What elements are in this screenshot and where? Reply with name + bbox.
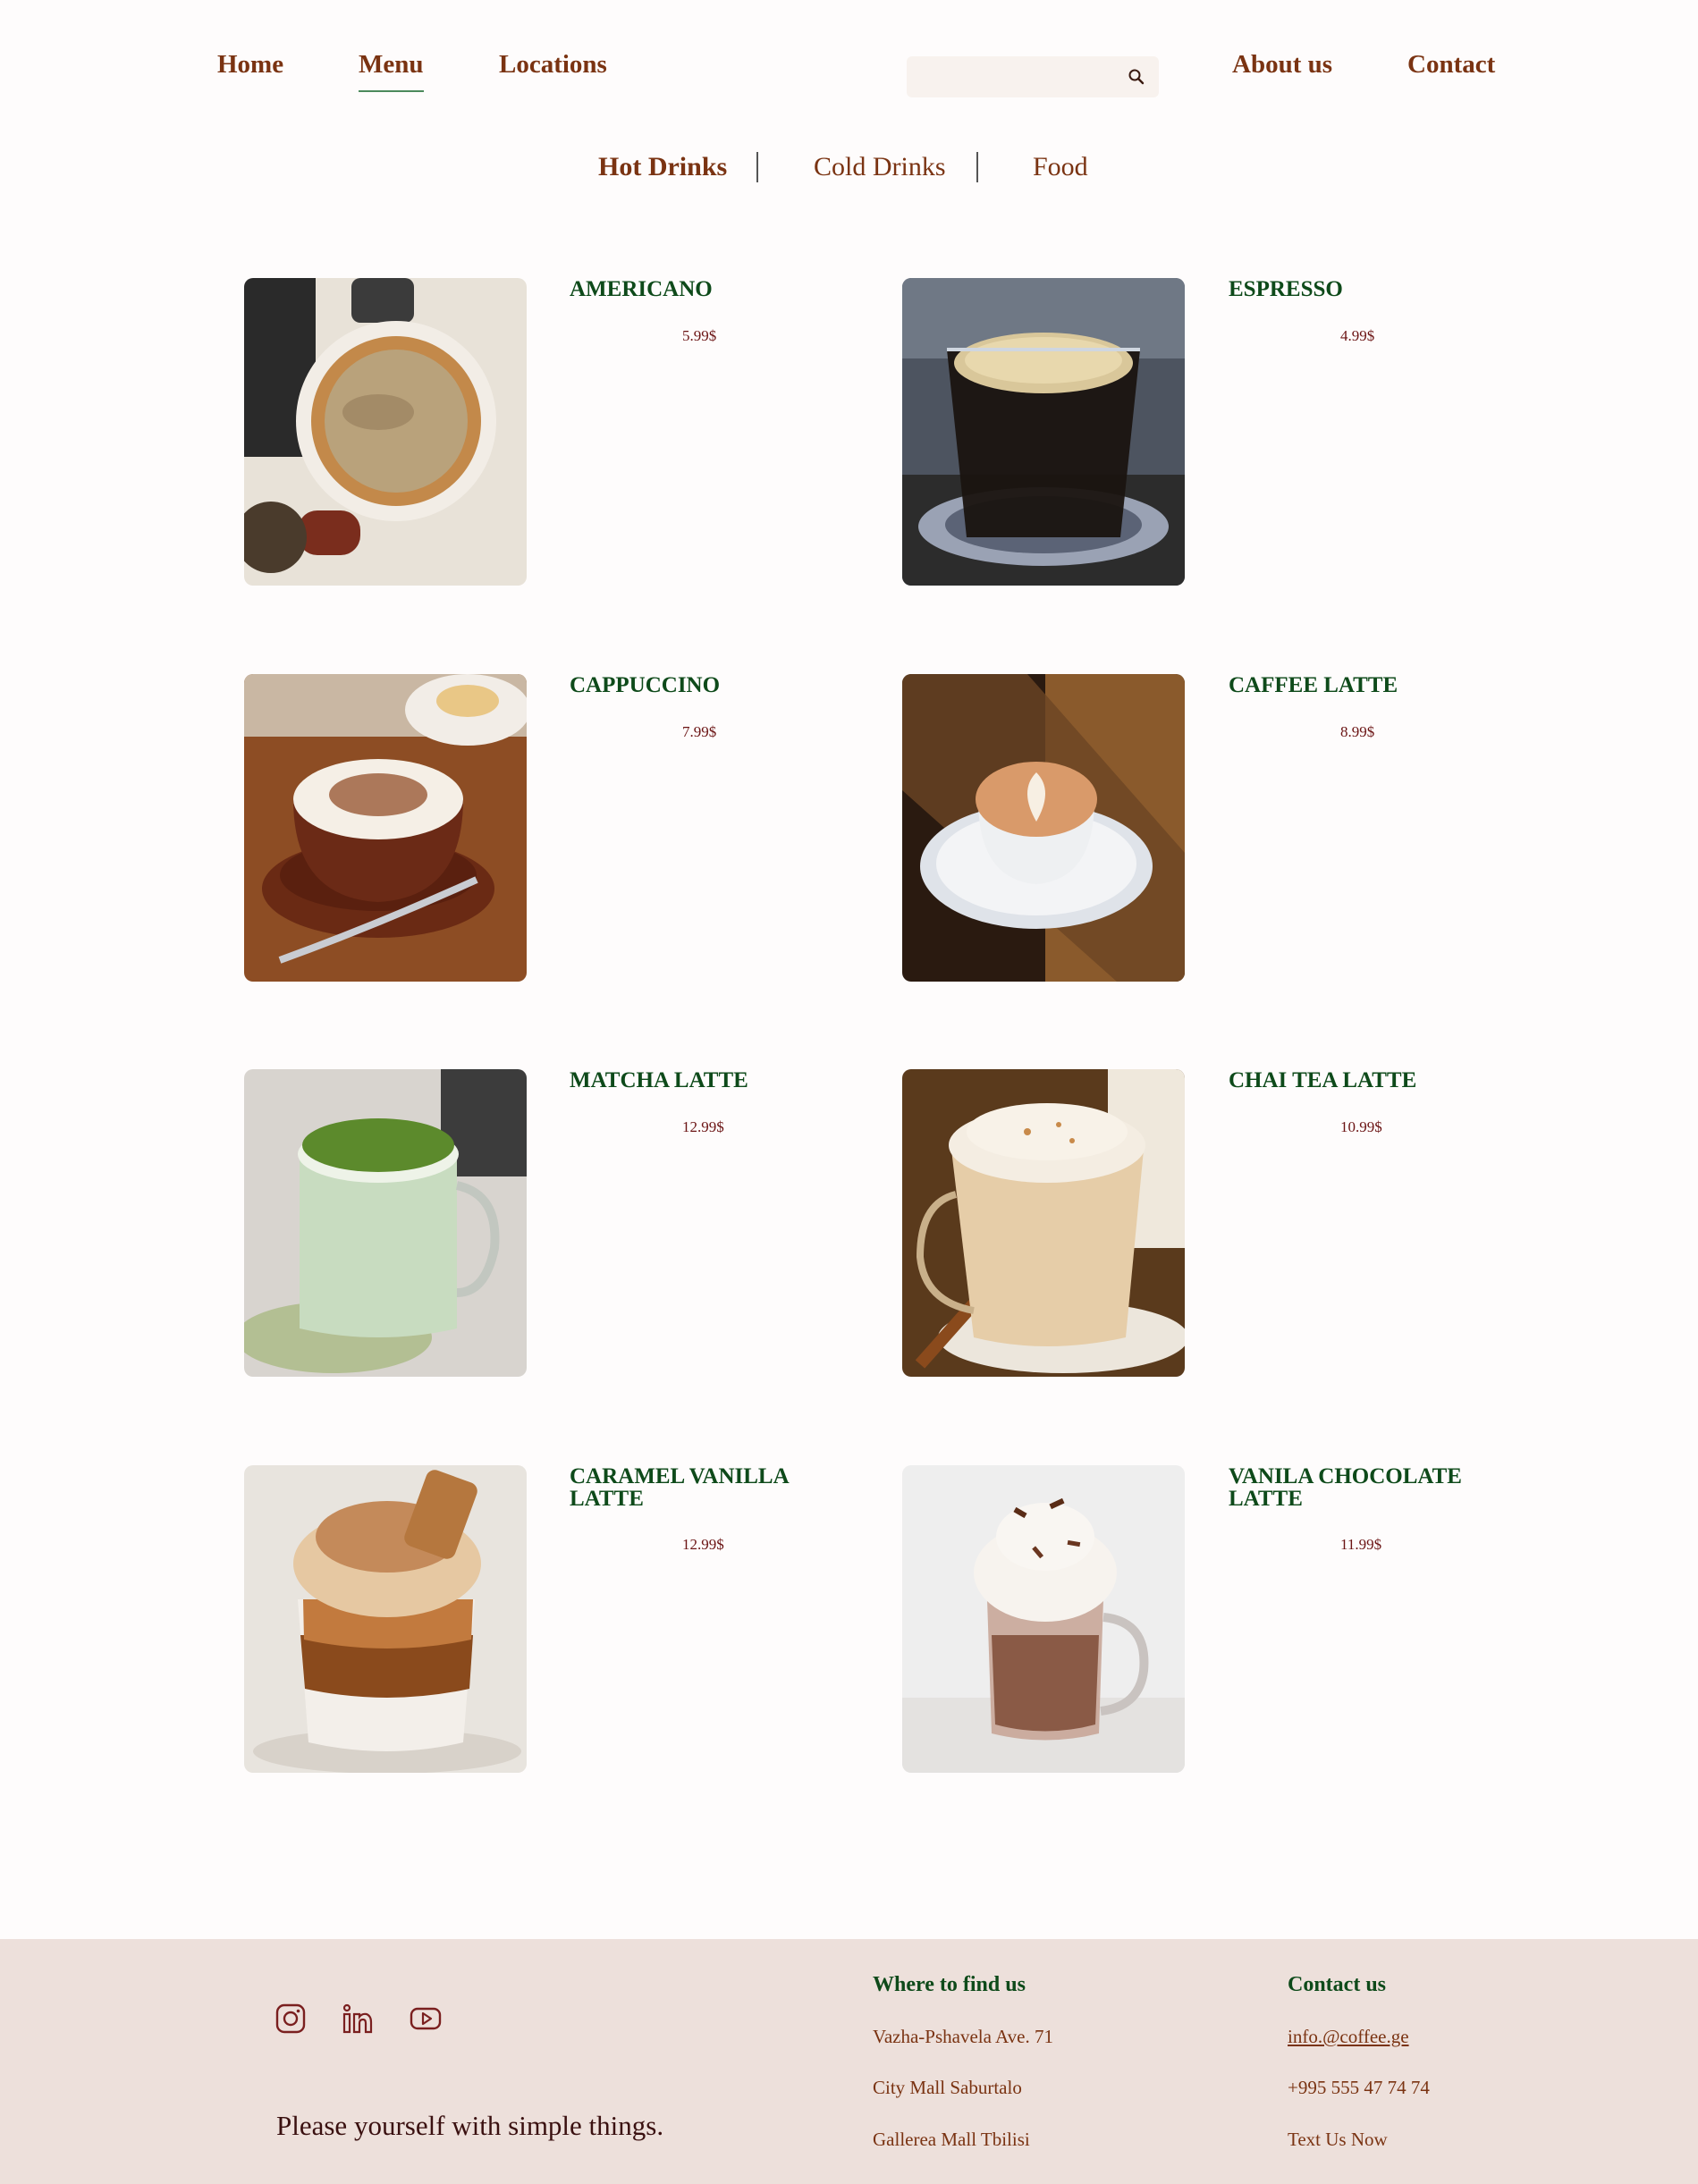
search-input[interactable] (907, 56, 1112, 97)
chai-tea-latte-image[interactable] (902, 1069, 1185, 1377)
instagram-icon[interactable] (275, 2003, 307, 2035)
search-box (907, 56, 1159, 97)
menu-item-name: CAFFEE LATTE (1229, 673, 1398, 697)
tab-hot-drinks[interactable]: Hot Drinks (598, 154, 727, 181)
where-to-find-heading: Where to find us (873, 1973, 1026, 1996)
tab-cold-drinks[interactable]: Cold Drinks (814, 154, 946, 181)
menu-item-name: CHAI TEA LATTE (1229, 1068, 1417, 1092)
footer-tagline: Please yourself with simple things. (276, 2110, 664, 2141)
menu-item-price: 5.99$ (682, 327, 717, 344)
nav-menu-link[interactable]: Menu (359, 52, 424, 92)
caffee-latte-image[interactable] (902, 674, 1185, 982)
phone-number: +995 555 47 74 74 (1288, 2077, 1430, 2098)
nav-home-link[interactable]: Home (217, 52, 283, 78)
caramel-vanilla-latte-image[interactable] (244, 1465, 527, 1773)
youtube-icon[interactable] (410, 2003, 442, 2035)
location-line: City Mall Saburtalo (873, 2077, 1022, 2098)
tab-food[interactable]: Food (1033, 154, 1088, 181)
espresso-image[interactable] (902, 278, 1185, 586)
tab-divider (756, 152, 758, 182)
menu-item-name: VANILA CHOCOLATE LATTE (1229, 1464, 1462, 1511)
location-line: Gallerea Mall Tbilisi (873, 2129, 1030, 2150)
vanila-chocolate-latte-image[interactable] (902, 1465, 1185, 1773)
linkedin-icon[interactable] (342, 2003, 374, 2035)
nav-locations-link[interactable]: Locations (499, 52, 607, 78)
americano-image[interactable] (244, 278, 527, 586)
contact-us-heading: Contact us (1288, 1973, 1387, 1996)
menu-item-price: 11.99$ (1340, 1536, 1382, 1553)
menu-item-name: MATCHA LATTE (570, 1068, 748, 1092)
menu-item-price: 7.99$ (682, 723, 717, 740)
location-line: Vazha-Pshavela Ave. 71 (873, 2026, 1053, 2047)
email-link[interactable]: info.@coffee.ge (1288, 2026, 1409, 2048)
menu-item-name: AMERICANO (570, 277, 713, 301)
text-us-link[interactable]: Text Us Now (1288, 2129, 1388, 2151)
menu-item-name: CARAMEL VANILLA LATTE (570, 1464, 789, 1511)
site-footer (0, 1939, 1698, 2184)
nav-contact-link[interactable]: Contact (1407, 52, 1495, 78)
menu-item-price: 8.99$ (1340, 723, 1375, 740)
matcha-latte-image[interactable] (244, 1069, 527, 1377)
menu-item-price: 12.99$ (682, 1118, 724, 1135)
menu-item-name: ESPRESSO (1229, 277, 1343, 301)
menu-item-price: 12.99$ (682, 1536, 724, 1553)
search-icon[interactable] (1123, 63, 1150, 90)
menu-item-price: 4.99$ (1340, 327, 1375, 344)
menu-item-price: 10.99$ (1340, 1118, 1382, 1135)
menu-item-name: CAPPUCCINO (570, 673, 721, 697)
nav-about-link[interactable]: About us (1232, 52, 1332, 78)
cappuccino-image[interactable] (244, 674, 527, 982)
tab-divider (976, 152, 978, 182)
